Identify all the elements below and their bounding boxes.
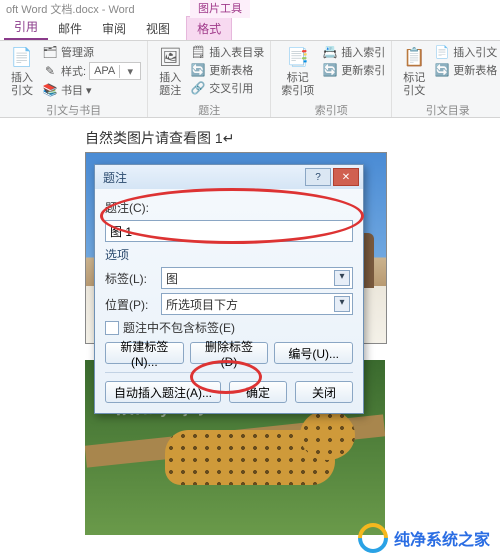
label-field-label: 标签(L): xyxy=(105,270,157,287)
group-citations-label: 引文与书目 xyxy=(6,100,141,118)
group-captions: 🖼 插入题注 🗒插入表目录 🔄更新表格 🔗交叉引用 题注 xyxy=(148,41,271,117)
mark-index-entry-button[interactable]: 📑 标记 索引项 xyxy=(277,44,318,100)
tab-mailings[interactable]: 邮件 xyxy=(48,17,92,40)
position-select-value: 所选项目下方 xyxy=(166,296,238,313)
insertauth-icon: 📄 xyxy=(434,44,450,60)
tof-icon: 🗒 xyxy=(190,44,206,60)
insert-table-of-figures-button[interactable]: 🗒插入表目录 xyxy=(190,44,264,60)
chevron-down-icon: ▾ xyxy=(86,84,92,97)
group-index-label: 索引项 xyxy=(277,100,385,118)
citation-icon: 📄 xyxy=(10,46,34,70)
exclude-label-text: 题注中不包含标签(E) xyxy=(123,319,235,336)
group-captions-label: 题注 xyxy=(154,100,264,118)
caption-input[interactable] xyxy=(105,220,353,242)
manage-sources-button[interactable]: 🗂管理源 xyxy=(42,44,141,60)
insert-caption-button[interactable]: 🖼 插入题注 xyxy=(154,44,186,100)
checkbox-box xyxy=(105,321,119,335)
insertindex-icon: 📇 xyxy=(322,44,338,60)
caption-field-label: 题注(C): xyxy=(105,199,149,216)
manage-icon: 🗂 xyxy=(42,44,58,60)
update-index-button[interactable]: 🔄更新索引 xyxy=(322,62,385,78)
biblio-icon: 📚 xyxy=(42,82,58,98)
tab-review[interactable]: 审阅 xyxy=(92,17,136,40)
citation-style-combo[interactable]: APA▾ xyxy=(89,62,141,80)
footer-logo-text: 纯净系统之家 xyxy=(394,526,490,550)
mark-index-entry-label: 标记 索引项 xyxy=(281,72,314,98)
update-authorities-button[interactable]: 🔄更新表格 xyxy=(434,62,497,78)
contextual-tool-label: 图片工具 xyxy=(190,0,250,18)
caption-icon: 🖼 xyxy=(158,46,182,70)
label-select-value: 图 xyxy=(166,270,178,287)
dialog-title: 题注 xyxy=(103,169,127,186)
group-authorities: 📋 标记引文 📄插入引文 🔄更新表格 引文目录 xyxy=(392,41,500,117)
label-select[interactable]: 图 ▾ xyxy=(161,267,353,289)
insert-index-button[interactable]: 📇插入索引 xyxy=(322,44,385,60)
dialog-close-button[interactable]: ✕ xyxy=(333,168,359,186)
position-field-label: 位置(P): xyxy=(105,296,157,313)
insert-citation-button[interactable]: 📄 插入引文 xyxy=(6,44,38,100)
footer-logo: 纯净系统之家 xyxy=(358,523,490,553)
style-icon: ✎ xyxy=(42,63,58,79)
tab-references[interactable]: 引用 xyxy=(4,15,48,40)
mark-citation-button[interactable]: 📋 标记引文 xyxy=(398,44,430,100)
updateindex-icon: 🔄 xyxy=(322,62,338,78)
markcite-icon: 📋 xyxy=(402,46,426,70)
bibliography-button[interactable]: 📚书目▾ xyxy=(42,82,141,98)
caption-text-in-doc: 自然类图片请查看图 1 xyxy=(85,130,223,146)
title-bar: oft Word 文档.docx - Word xyxy=(0,0,500,18)
exclude-label-checkbox[interactable]: 题注中不包含标签(E) xyxy=(105,319,353,336)
options-section-label: 选项 xyxy=(105,246,353,263)
autocaption-button[interactable]: 自动插入题注(A)... xyxy=(105,381,221,403)
tab-view[interactable]: 视图 xyxy=(136,17,180,40)
leopard-shape xyxy=(155,400,355,510)
group-index: 📑 标记 索引项 📇插入索引 🔄更新索引 索引项 xyxy=(271,41,392,117)
chevron-down-icon: ▾ xyxy=(334,296,350,312)
insert-caption-label: 插入题注 xyxy=(158,72,182,98)
caption-dialog: 题注 ? ✕ 题注(C): 选项 标签(L): 图 ▾ 位置(P): 所选项目下… xyxy=(94,164,364,414)
group-authorities-label: 引文目录 xyxy=(398,100,497,118)
delete-label-button[interactable]: 删除标签(D) xyxy=(190,342,269,364)
close-button[interactable]: 关闭 xyxy=(295,381,353,403)
update-icon: 🔄 xyxy=(190,62,206,78)
crossref-icon: 🔗 xyxy=(190,80,206,96)
numbering-button[interactable]: 编号(U)... xyxy=(274,342,353,364)
ribbon: 📄 插入引文 🗂管理源 ✎样式: APA▾ 📚书目▾ 引文与书目 🖼 插入题注 … xyxy=(0,41,500,118)
position-select[interactable]: 所选项目下方 ▾ xyxy=(161,293,353,315)
mark-citation-label: 标记引文 xyxy=(402,72,426,98)
cross-reference-button[interactable]: 🔗交叉引用 xyxy=(190,80,264,96)
updateauth-icon: 🔄 xyxy=(434,62,450,78)
markindex-icon: 📑 xyxy=(286,46,310,70)
logo-ring-icon xyxy=(352,517,394,559)
tab-picture-format[interactable]: 格式 xyxy=(186,16,232,40)
insert-authorities-button[interactable]: 📄插入引文 xyxy=(434,44,497,60)
chevron-down-icon: ▾ xyxy=(334,270,350,286)
ok-button[interactable]: 确定 xyxy=(229,381,287,403)
update-table-button[interactable]: 🔄更新表格 xyxy=(190,62,264,78)
group-citations: 📄 插入引文 🗂管理源 ✎样式: APA▾ 📚书目▾ 引文与书目 xyxy=(0,41,148,117)
new-label-button[interactable]: 新建标签(N)... xyxy=(105,342,184,364)
chevron-down-icon: ▾ xyxy=(119,65,140,78)
dialog-titlebar[interactable]: 题注 ? ✕ xyxy=(95,165,363,189)
ribbon-tabs: 引用 邮件 审阅 视图 格式 xyxy=(0,18,500,41)
insert-citation-label: 插入引文 xyxy=(10,72,34,98)
dialog-help-button[interactable]: ? xyxy=(305,168,331,186)
citation-style-row[interactable]: ✎样式: APA▾ xyxy=(42,62,141,80)
